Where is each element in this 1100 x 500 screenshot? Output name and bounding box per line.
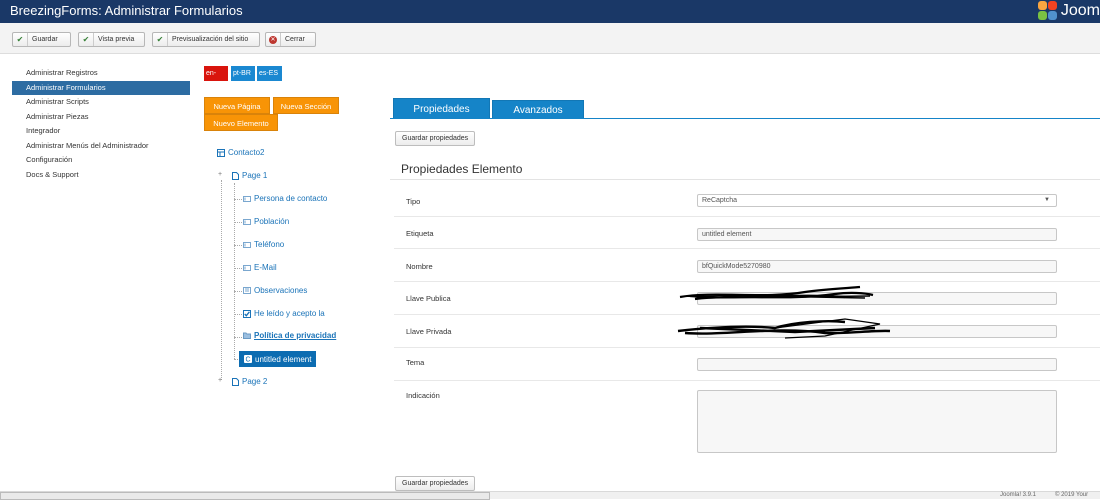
textfield-icon	[243, 241, 251, 249]
tree-element-telefono[interactable]: Teléfono	[243, 240, 284, 249]
close-button[interactable]: ✕ Cerrar	[265, 32, 316, 47]
tree-line	[234, 183, 235, 359]
language-es-es[interactable]: es-ES	[257, 66, 282, 81]
joomla-logo-icon	[1037, 1, 1058, 21]
tab-propiedades[interactable]: Propiedades	[393, 98, 490, 119]
field-row-etiqueta: Etiqueta untitled element	[394, 217, 1100, 249]
tree-page-2[interactable]: Page 2	[231, 377, 267, 386]
tree-page-1[interactable]: Page 1	[231, 171, 267, 180]
page-title: BreezingForms: Administrar Formularios	[10, 3, 243, 18]
admin-header: BreezingForms: Administrar Formularios J…	[0, 0, 1100, 23]
textarea-icon	[243, 287, 251, 295]
tree-line	[234, 222, 242, 223]
new-element-button[interactable]: Nuevo Elemento	[204, 114, 278, 131]
field-label-indicacion: Indicación	[406, 391, 440, 400]
check-icon: ✔	[79, 33, 94, 46]
new-section-button[interactable]: Nueva Sección	[273, 97, 339, 114]
sidebar-item-integrador[interactable]: Integrador	[12, 124, 190, 139]
copyright: © 2019 Your	[1055, 492, 1089, 498]
folder-icon	[243, 332, 251, 340]
new-page-button[interactable]: Nueva Página	[204, 97, 270, 114]
tree-element-checkbox[interactable]: He leído y acepto la	[243, 309, 325, 318]
field-label-tipo: Tipo	[406, 197, 421, 206]
tree-line	[234, 291, 242, 292]
save-properties-button-bottom[interactable]: Guardar propiedades	[395, 476, 476, 491]
field-row-indicacion: Indicación	[394, 381, 1100, 460]
status-bar: Joomla! 3.9.1 © 2019 Your	[0, 491, 1100, 500]
tab-underline	[390, 118, 1100, 119]
tema-input[interactable]	[697, 358, 1057, 371]
redaction-scribble-public	[679, 285, 874, 301]
captcha-icon: C	[244, 355, 252, 363]
language-en-gb[interactable]: en-GB	[204, 66, 228, 92]
redaction-scribble-private	[677, 318, 891, 339]
check-icon: ✔	[153, 33, 168, 46]
expand-toggle-icon[interactable]: +	[218, 377, 222, 384]
check-icon: ✔	[13, 33, 28, 46]
joomla-logo-text: Joom	[1060, 2, 1100, 19]
language-pt-br[interactable]: pt-BR	[231, 66, 255, 81]
tipo-select[interactable]: ReCaptcha ▼	[697, 194, 1057, 207]
close-icon: ✕	[266, 33, 281, 46]
joomla-logo[interactable]: Joom	[1037, 1, 1100, 21]
tree-form-node[interactable]: Contacto2	[217, 148, 264, 157]
site-preview-button[interactable]: ✔ Previsualización del sitio	[152, 32, 260, 47]
field-row-nombre: Nombre bfQuickMode5270980	[394, 249, 1100, 282]
preview-button[interactable]: ✔ Vista previa	[78, 32, 145, 47]
field-row-tipo: Tipo ReCaptcha ▼	[394, 185, 1100, 217]
sidebar-item-docs[interactable]: Docs & Support	[12, 168, 190, 183]
expand-toggle-icon[interactable]: +	[218, 171, 222, 178]
tree-line	[234, 314, 242, 315]
sidebar: Administrar Registros Administrar Formul…	[12, 66, 190, 182]
checkbox-icon	[243, 309, 251, 318]
tree-line	[221, 180, 222, 380]
tab-avanzados[interactable]: Avanzados	[492, 100, 584, 119]
toolbar: ✔ Guardar ✔ Vista previa ✔ Previsualizac…	[0, 23, 1100, 54]
tree-element-poblacion[interactable]: Población	[243, 217, 289, 226]
tree-element-privacidad[interactable]: Política de privacidad	[243, 331, 336, 340]
sidebar-item-menus[interactable]: Administrar Menús del Administrador	[12, 139, 190, 154]
sidebar-item-formularios[interactable]: Administrar Formularios	[12, 80, 190, 95]
tree-element-observaciones[interactable]: Observaciones	[243, 286, 307, 295]
page-icon	[231, 171, 239, 180]
sidebar-item-registros[interactable]: Administrar Registros	[12, 66, 190, 81]
field-row-tema: Tema	[394, 348, 1100, 381]
field-label-nombre: Nombre	[406, 262, 433, 271]
sidebar-item-scripts[interactable]: Administrar Scripts	[12, 95, 190, 110]
sidebar-item-piezas[interactable]: Administrar Piezas	[12, 110, 190, 125]
table-icon	[217, 148, 225, 157]
indicacion-textarea[interactable]	[697, 390, 1057, 453]
section-title: Propiedades Elemento	[401, 162, 523, 176]
textfield-icon	[243, 264, 251, 272]
save-button[interactable]: ✔ Guardar	[12, 32, 71, 47]
field-label-llave-privada: Llave Privada	[406, 327, 452, 336]
tree-element-email[interactable]: E-Mail	[243, 263, 277, 272]
tree-line	[234, 337, 242, 338]
field-label-tema: Tema	[406, 358, 425, 367]
sidebar-item-configuracion[interactable]: Configuración	[12, 153, 190, 168]
textfield-icon	[243, 218, 251, 226]
svg-text:C: C	[246, 357, 251, 364]
save-properties-button-top[interactable]: Guardar propiedades	[395, 131, 476, 146]
field-label-etiqueta: Etiqueta	[406, 229, 434, 238]
tree-element-persona[interactable]: Persona de contacto	[243, 194, 327, 203]
field-label-llave-publica: Llave Publica	[406, 294, 451, 303]
tree-line	[234, 268, 242, 269]
section-divider	[390, 179, 1100, 180]
textfield-icon	[243, 195, 251, 203]
page-icon	[231, 377, 239, 386]
tree-element-untitled-selected[interactable]: C untitled element	[239, 351, 317, 367]
joomla-version: Joomla! 3.9.1	[1000, 492, 1037, 498]
etiqueta-input[interactable]: untitled element	[697, 228, 1057, 241]
chevron-down-icon: ▼	[1044, 197, 1050, 203]
nombre-input[interactable]: bfQuickMode5270980	[697, 260, 1057, 273]
tree-line	[234, 245, 242, 246]
tree-line	[234, 199, 242, 200]
